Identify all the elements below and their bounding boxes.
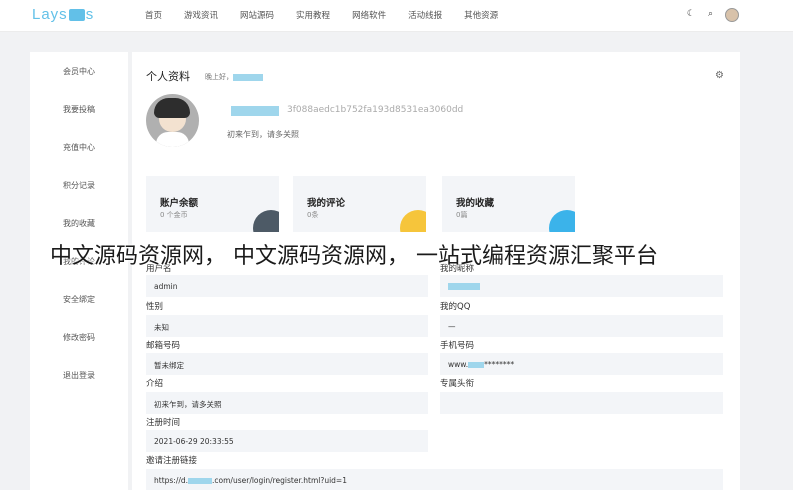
sidebar-item-recharge[interactable]: 充值中心 bbox=[30, 142, 128, 153]
sidebar-item-favorites[interactable]: 我的收藏 bbox=[30, 218, 128, 229]
avatar[interactable] bbox=[725, 8, 739, 22]
gear-icon[interactable]: ⚙ bbox=[715, 70, 724, 81]
redacted-name bbox=[233, 73, 263, 81]
card-value: 0 个金币 bbox=[160, 211, 188, 219]
site-logo[interactable]: Lays s bbox=[32, 6, 94, 23]
profile-avatar[interactable] bbox=[146, 94, 199, 147]
moon-icon[interactable]: ☾ bbox=[687, 9, 695, 19]
nav-item-game-news[interactable]: 游戏资讯 bbox=[184, 9, 218, 21]
card-value: 0条 bbox=[307, 211, 319, 219]
card-title: 我的评论 bbox=[307, 198, 346, 209]
card-favorites[interactable]: 我的收藏 0篇 bbox=[442, 176, 575, 232]
star-icon bbox=[549, 210, 575, 232]
avatar-body bbox=[156, 132, 189, 147]
redacted-domain bbox=[188, 478, 213, 484]
main-nav: 首页 游戏资讯 网站源码 实用教程 网络软件 活动线报 其他资源 bbox=[145, 9, 498, 21]
email-value: 暂未绑定 bbox=[154, 361, 184, 370]
logo-text-left: Lays bbox=[32, 6, 68, 23]
card-title: 账户余额 bbox=[160, 198, 199, 209]
card-balance[interactable]: 账户余额 0 个金币 bbox=[146, 176, 279, 232]
user-hash: 3f088aedc1b752fa193d8531ea3060dd bbox=[287, 105, 464, 115]
redacted-phone bbox=[468, 362, 485, 368]
avatar-hair bbox=[154, 98, 190, 118]
phone-label: 手机号码 bbox=[440, 341, 475, 351]
invite-label: 邀请注册链接 bbox=[146, 456, 198, 466]
sidebar-item-submit[interactable]: 我要投稿 bbox=[30, 104, 128, 115]
comment-icon bbox=[400, 210, 426, 232]
invite-suffix: .com/user/login/register.html?uid=1 bbox=[212, 476, 347, 485]
username-value: admin bbox=[154, 282, 178, 291]
sidebar-item-security[interactable]: 安全绑定 bbox=[30, 294, 128, 305]
sidebar-item-member-center[interactable]: 会员中心 bbox=[30, 66, 128, 77]
invite-link-field[interactable]: https://d. .com/user/login/register.html?… bbox=[146, 469, 723, 490]
intro-label: 介绍 bbox=[146, 379, 164, 389]
logo-text-right: s bbox=[85, 6, 95, 23]
reg-time-value: 2021-06-29 20:33:55 bbox=[154, 437, 234, 446]
qq-label: 我的QQ bbox=[440, 302, 471, 312]
intro-value: 初来乍到，请多关照 bbox=[154, 400, 222, 409]
reg-time-field: 2021-06-29 20:33:55 bbox=[146, 430, 428, 452]
gender-field[interactable]: 未知 bbox=[146, 315, 428, 337]
nav-item-software[interactable]: 网络软件 bbox=[352, 9, 386, 21]
gender-label: 性别 bbox=[146, 302, 164, 312]
phone-value: www. ******** bbox=[448, 360, 514, 369]
card-value: 0篇 bbox=[456, 211, 468, 219]
title-badge-field[interactable] bbox=[440, 392, 723, 414]
top-navbar: Lays s 首页 游戏资讯 网站源码 实用教程 网络软件 活动线报 其他资源 ☾… bbox=[0, 0, 793, 32]
redacted-username bbox=[231, 106, 279, 116]
page-title: 个人资料 bbox=[146, 70, 190, 83]
email-label: 邮箱号码 bbox=[146, 341, 181, 351]
reg-time-label: 注册时间 bbox=[146, 418, 181, 428]
nav-item-events[interactable]: 活动线报 bbox=[408, 9, 442, 21]
logo-mark bbox=[68, 9, 85, 22]
greeting-text: 晚上好， bbox=[205, 73, 233, 81]
nickname-field[interactable] bbox=[440, 275, 723, 297]
sidebar-item-password[interactable]: 修改密码 bbox=[30, 332, 128, 343]
gender-value: 未知 bbox=[154, 323, 169, 332]
intro-field[interactable]: 初来乍到，请多关照 bbox=[146, 392, 428, 414]
phone-suffix: ******** bbox=[484, 360, 515, 369]
username-field: admin bbox=[146, 275, 428, 297]
invite-prefix: https://d. bbox=[154, 476, 189, 485]
invite-link-value: https://d. .com/user/login/register.html?… bbox=[154, 476, 347, 485]
user-bio: 初来乍到，请多关照 bbox=[227, 130, 299, 139]
phone-prefix: www. bbox=[448, 360, 469, 369]
nav-item-site-source[interactable]: 网站源码 bbox=[240, 9, 274, 21]
greeting: 晚上好， bbox=[205, 72, 263, 82]
card-comments[interactable]: 我的评论 0条 bbox=[293, 176, 426, 232]
nav-item-home[interactable]: 首页 bbox=[145, 9, 162, 21]
redacted-nickname bbox=[448, 283, 480, 290]
email-field[interactable]: 暂未绑定 bbox=[146, 353, 428, 375]
nav-item-tutorials[interactable]: 实用教程 bbox=[296, 9, 330, 21]
nav-item-other[interactable]: 其他资源 bbox=[464, 9, 498, 21]
card-title: 我的收藏 bbox=[456, 198, 495, 209]
sidebar-item-points[interactable]: 积分记录 bbox=[30, 180, 128, 191]
top-icons: ☾ ⌕ bbox=[687, 9, 713, 19]
watermark-text: 中文源码资源网， 中文源码资源网， 一站式编程资源汇聚平台 bbox=[50, 244, 658, 269]
qq-field[interactable]: — bbox=[440, 315, 723, 337]
qq-value: — bbox=[448, 322, 456, 331]
title-badge-label: 专属头衔 bbox=[440, 379, 475, 389]
profile-panel: 个人资料 晚上好， ⚙ 3f088aedc1b752fa193d8531ea30… bbox=[132, 52, 740, 490]
coin-icon bbox=[253, 210, 279, 232]
user-sidebar: 会员中心 我要投稿 充值中心 积分记录 我的收藏 我的评论 安全绑定 修改密码 … bbox=[30, 52, 128, 490]
sidebar-item-logout[interactable]: 退出登录 bbox=[30, 370, 128, 381]
search-icon[interactable]: ⌕ bbox=[708, 9, 713, 19]
phone-field[interactable]: www. ******** bbox=[440, 353, 723, 375]
